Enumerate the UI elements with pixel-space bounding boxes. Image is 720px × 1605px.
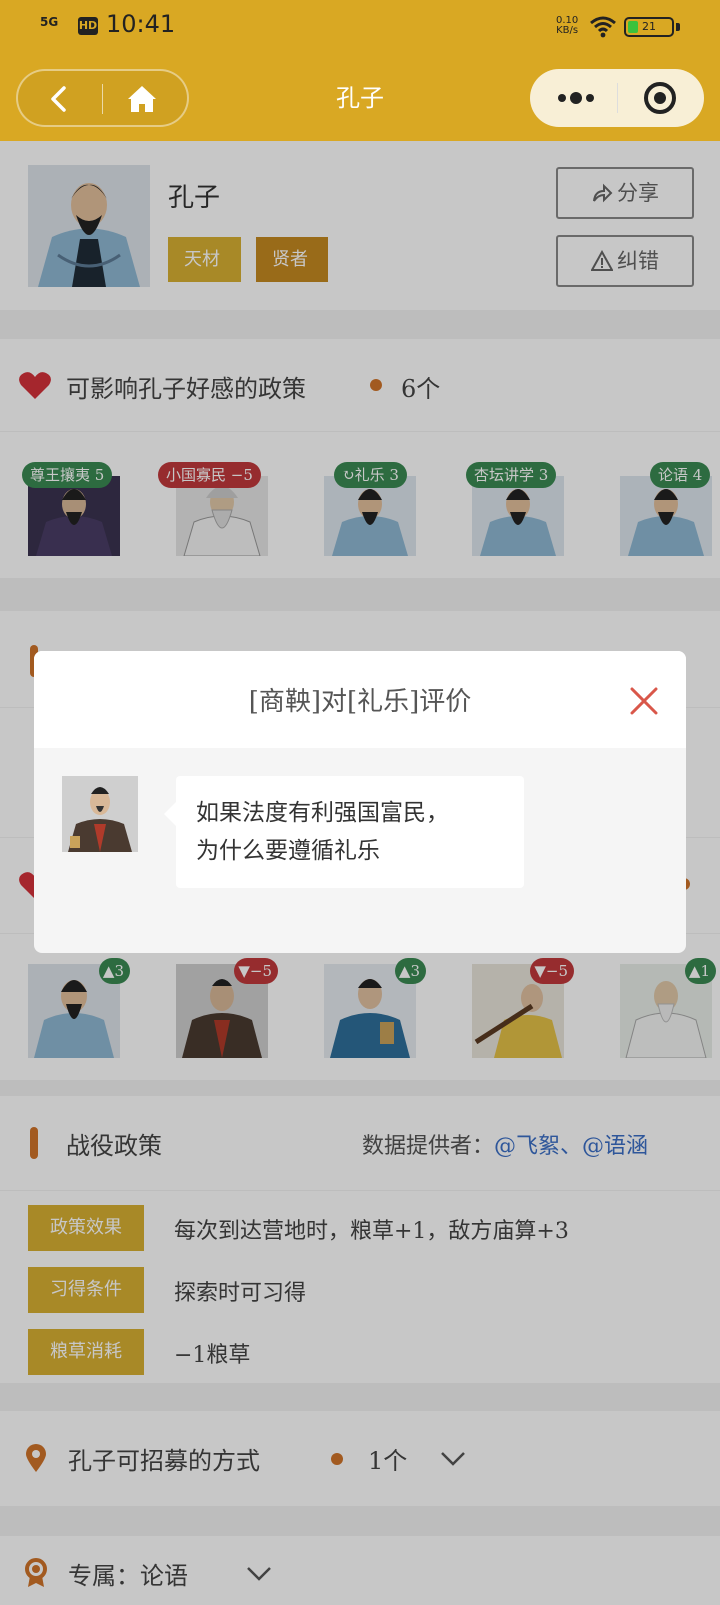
battery-icon: 21 (624, 17, 674, 37)
speech-bubble: 如果法度有利强国富民， 为什么要遵循礼乐 (164, 776, 524, 888)
close-miniprogram-icon[interactable] (638, 77, 682, 119)
nav-capsule-right (530, 69, 704, 127)
speech-text: 如果法度有利强国富民， 为什么要遵循礼乐 (196, 800, 449, 864)
top-bar: 5G HD 10:41 0.10 KB/s 21 孔子 (0, 0, 720, 141)
clock: 10:41 (106, 10, 176, 38)
back-icon[interactable] (40, 79, 80, 119)
nav-capsule-left (16, 69, 189, 127)
close-icon[interactable] (626, 683, 662, 719)
status-bar: 5G HD 10:41 0.10 KB/s 21 (0, 0, 720, 52)
dialog-header: [商鞅]对[礼乐]评价 (34, 651, 686, 748)
wifi-icon (590, 16, 616, 38)
evaluation-dialog: [商鞅]对[礼乐]评价 如果法度有利强国富民， 为什么要遵循礼乐 (34, 651, 686, 953)
dialog-title: [商鞅]对[礼乐]评价 (248, 687, 472, 717)
hd-indicator: HD (78, 17, 98, 35)
signal-indicator: 5G (40, 15, 59, 29)
network-speed: 0.10 KB/s (556, 15, 579, 36)
home-icon[interactable] (122, 79, 162, 119)
speaker-avatar (62, 776, 138, 852)
more-icon[interactable] (548, 77, 604, 119)
page-title: 孔子 (336, 84, 384, 112)
